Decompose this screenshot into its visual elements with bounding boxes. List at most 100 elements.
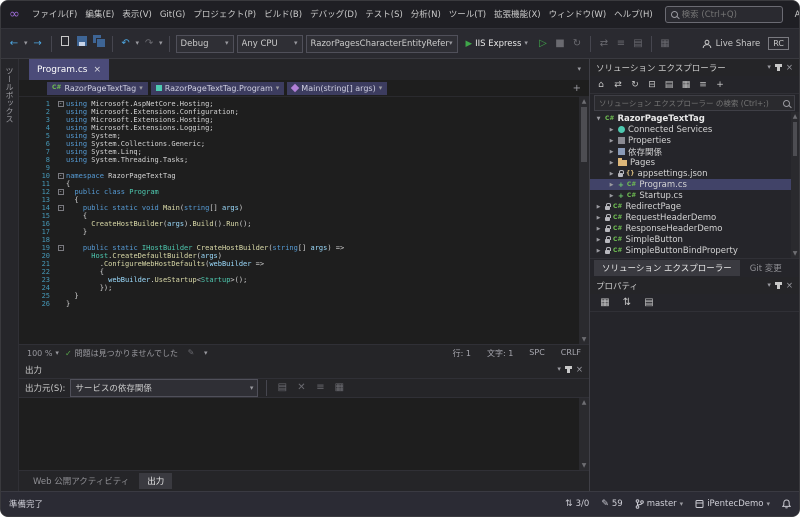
goto-message-icon[interactable]: ▤ xyxy=(275,379,289,397)
solution-search-box[interactable] xyxy=(594,95,795,111)
code-line[interactable]: 12- public class Program xyxy=(19,188,589,196)
chevron-down-icon[interactable]: ▾ xyxy=(204,349,208,357)
expand-arrow-icon[interactable]: ▶ xyxy=(608,127,615,133)
code-line[interactable]: 13 { xyxy=(19,196,589,204)
code-line[interactable]: 23 webBuilder.UseStartup<Startup>(); xyxy=(19,276,589,284)
save-all-button[interactable] xyxy=(92,34,106,53)
menu-item[interactable]: ファイル(F) xyxy=(28,1,82,29)
scroll-up-icon[interactable]: ▲ xyxy=(793,112,798,121)
eol-indicator[interactable]: CRLF xyxy=(561,348,581,359)
hot-reload-icon[interactable]: ⇄ xyxy=(597,35,611,53)
tree-item[interactable]: ▼ C# RazorPageTextTag xyxy=(590,113,799,124)
pin-icon[interactable] xyxy=(774,282,782,289)
code-line[interactable]: 25 } xyxy=(19,292,589,300)
tree-item[interactable]: ▶ Pages xyxy=(590,157,799,168)
home-icon[interactable]: ⌂ xyxy=(596,76,606,94)
menu-item[interactable]: 分析(N) xyxy=(407,1,445,29)
platform-combo[interactable]: Any CPU ▾ xyxy=(236,34,303,53)
start-without-debugging-button[interactable]: ▷ xyxy=(536,35,550,53)
pin-icon[interactable] xyxy=(774,64,782,71)
step-commands-icon[interactable]: ≡ xyxy=(614,35,628,53)
tree-item[interactable]: ▶ + C# Startup.cs xyxy=(590,190,799,201)
close-icon[interactable]: × xyxy=(576,365,583,375)
close-icon[interactable]: × xyxy=(786,63,793,73)
git-sync-status[interactable]: ⇅ 3/0 xyxy=(565,499,589,509)
menu-item[interactable]: テスト(S) xyxy=(361,1,407,29)
word-wrap-icon[interactable]: ≡ xyxy=(313,379,327,397)
add-view-icon[interactable]: + xyxy=(573,83,585,94)
solution-search-input[interactable] xyxy=(599,98,779,108)
menu-item[interactable]: ヘルプ(H) xyxy=(610,1,657,29)
tree-item[interactable]: ▶ 依存関係 xyxy=(590,146,799,158)
git-branch-selector[interactable]: master ▾ xyxy=(635,499,683,509)
panel-tab[interactable]: ソリューション エクスプローラー xyxy=(594,260,740,276)
zoom-combo[interactable]: 100 % ▾ xyxy=(27,349,59,358)
restart-button[interactable]: ↻ xyxy=(570,35,584,53)
clear-all-icon[interactable]: ✕ xyxy=(294,379,308,397)
toolbox-side-tab[interactable]: ツールボックス xyxy=(1,59,19,491)
close-icon[interactable]: × xyxy=(786,281,793,291)
code-line[interactable]: 4 using Microsoft.Extensions.Logging; xyxy=(19,124,589,132)
tree-item[interactable]: ▶ Properties xyxy=(590,135,799,146)
code-line[interactable]: 11{ xyxy=(19,180,589,188)
undo-button[interactable]: ↶ xyxy=(119,35,133,53)
collapse-all-icon[interactable]: ⊟ xyxy=(647,76,657,94)
tree-item[interactable]: ▶ {} appsettings.json xyxy=(590,168,799,179)
search-input[interactable] xyxy=(681,9,777,20)
code-line[interactable]: 10- namespace RazorPageTextTag xyxy=(19,172,589,180)
output-content[interactable]: ▲ ▼ xyxy=(19,398,589,470)
window-position-icon[interactable]: ▾ xyxy=(767,282,771,289)
chevron-down-icon[interactable]: ▾ xyxy=(159,40,163,47)
expand-arrow-icon[interactable]: ▶ xyxy=(608,138,615,144)
scroll-down-icon[interactable]: ▼ xyxy=(582,335,587,344)
scrollbar-thumb[interactable] xyxy=(581,107,587,162)
refresh-icon[interactable]: ↻ xyxy=(630,76,640,94)
tree-item[interactable]: ▶ C# SimpleButtonBindProperty xyxy=(590,245,799,256)
output-source-combo[interactable]: サービスの依存関係 ▾ xyxy=(70,379,259,397)
code-line[interactable]: 18 xyxy=(19,236,589,244)
tree-item[interactable]: ▶ + C# Program.cs xyxy=(590,179,799,190)
scroll-up-icon[interactable]: ▲ xyxy=(582,398,587,407)
code-cleanup-icon[interactable]: ✎ xyxy=(184,344,198,362)
fold-toggle[interactable]: - xyxy=(57,101,64,107)
startup-project-combo[interactable]: RazorPagesCharacterEntityReferen ▾ xyxy=(305,34,458,53)
code-line[interactable]: 16 CreateHostBuilder(args).Build().Run()… xyxy=(19,220,589,228)
scroll-down-icon[interactable]: ▼ xyxy=(582,461,587,470)
health-indicator[interactable]: ✓ 問題は見つかりませんでした xyxy=(65,348,178,359)
menu-item[interactable]: 表示(V) xyxy=(118,1,155,29)
scroll-down-icon[interactable]: ▼ xyxy=(793,249,798,258)
quick-search-box[interactable] xyxy=(664,6,783,23)
tree-item[interactable]: ▶ C# RedirectPage xyxy=(590,201,799,212)
fold-toggle[interactable]: - xyxy=(57,189,64,195)
code-line[interactable]: 20 Host.CreateDefaultBuilder(args) xyxy=(19,252,589,260)
alphabetical-icon[interactable]: ⇅ xyxy=(620,294,634,312)
window-position-icon[interactable]: ▾ xyxy=(557,366,561,373)
tab-program-cs[interactable]: Program.cs × xyxy=(29,59,110,80)
code-line[interactable]: 3 using Microsoft.Extensions.Hosting; xyxy=(19,116,589,124)
code-line[interactable]: 22 { xyxy=(19,268,589,276)
menu-item[interactable]: Git(G) xyxy=(156,1,190,29)
fold-toggle[interactable]: - xyxy=(57,245,64,251)
scroll-up-icon[interactable]: ▲ xyxy=(582,97,587,106)
pin-icon[interactable] xyxy=(564,366,572,373)
redo-button[interactable]: ↷ xyxy=(142,35,156,53)
code-line[interactable]: 14- public static void Main(string[] arg… xyxy=(19,204,589,212)
expand-arrow-icon[interactable]: ▶ xyxy=(608,193,615,199)
expand-arrow-icon[interactable]: ▶ xyxy=(595,215,602,221)
output-vertical-scrollbar[interactable]: ▲ ▼ xyxy=(579,398,589,470)
panel-tab[interactable]: Git 変更 xyxy=(742,260,790,276)
panel-tab[interactable]: 出力 xyxy=(139,473,173,489)
stop-button[interactable]: ■ xyxy=(553,35,567,53)
code-line[interactable]: 9 xyxy=(19,164,589,172)
code-line[interactable]: 7 using System.Linq; xyxy=(19,148,589,156)
close-icon[interactable]: × xyxy=(93,65,101,75)
code-line[interactable]: 1- using Microsoft.AspNetCore.Hosting; xyxy=(19,100,589,108)
sync-with-active-document-icon[interactable]: ⇄ xyxy=(613,76,623,94)
editor-vertical-scrollbar[interactable]: ▲ ▼ xyxy=(579,97,589,344)
expand-arrow-icon[interactable]: ▶ xyxy=(595,204,602,210)
categorized-icon[interactable]: ▦ xyxy=(598,294,612,312)
expand-arrow-icon[interactable]: ▶ xyxy=(595,226,602,232)
breadcrumb-item[interactable]: C# RazorPageTextTag ▾ xyxy=(47,81,148,95)
code-line[interactable]: 8 using System.Threading.Tasks; xyxy=(19,156,589,164)
active-files-dropdown-icon[interactable]: ▾ xyxy=(577,66,581,73)
